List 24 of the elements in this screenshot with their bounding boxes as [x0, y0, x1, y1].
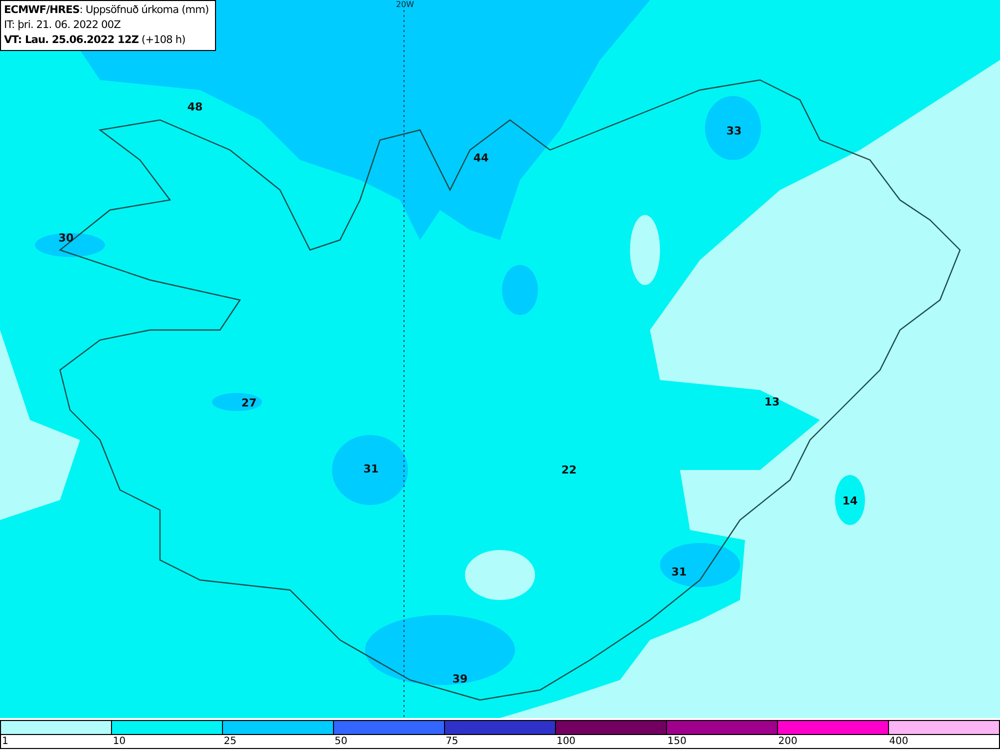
map-info-text: VT: Lau. 25.06.2022 12Z (+108 h) — [4, 33, 186, 48]
legend-label: 10 — [112, 736, 126, 747]
precipitation-value: 27 — [241, 396, 257, 410]
precipitation-value: 39 — [452, 672, 468, 686]
precipitation-value: 13 — [764, 396, 780, 408]
meridian-label: 20W — [396, 0, 414, 9]
precipitation-value: 33 — [726, 124, 742, 138]
precipitation-value: 48 — [187, 100, 203, 114]
precipitation-value: 30 — [58, 232, 74, 244]
legend-label: 75 — [446, 736, 458, 747]
legend-label: 200 — [778, 736, 798, 747]
legend-label: 50 — [334, 736, 348, 747]
legend-label: 400 — [889, 736, 908, 747]
precipitation-value: 31 — [671, 566, 687, 578]
precipitation-value: 22 — [561, 464, 577, 476]
legend-label: 25 — [224, 736, 237, 747]
map-info-text: ECMWF/HRES: Uppsöfnuð úrkoma (mm) — [4, 3, 209, 18]
map-info-text: IT: þri. 21. 06. 2022 00Z — [4, 18, 120, 33]
legend-label: 1 — [2, 736, 8, 747]
precipitation-value: 44 — [473, 152, 489, 164]
legend-label: 150 — [667, 736, 686, 747]
precipitation-value: 31 — [363, 462, 379, 476]
precipitation-value: 14 — [842, 494, 858, 508]
legend-label: 100 — [556, 736, 576, 747]
